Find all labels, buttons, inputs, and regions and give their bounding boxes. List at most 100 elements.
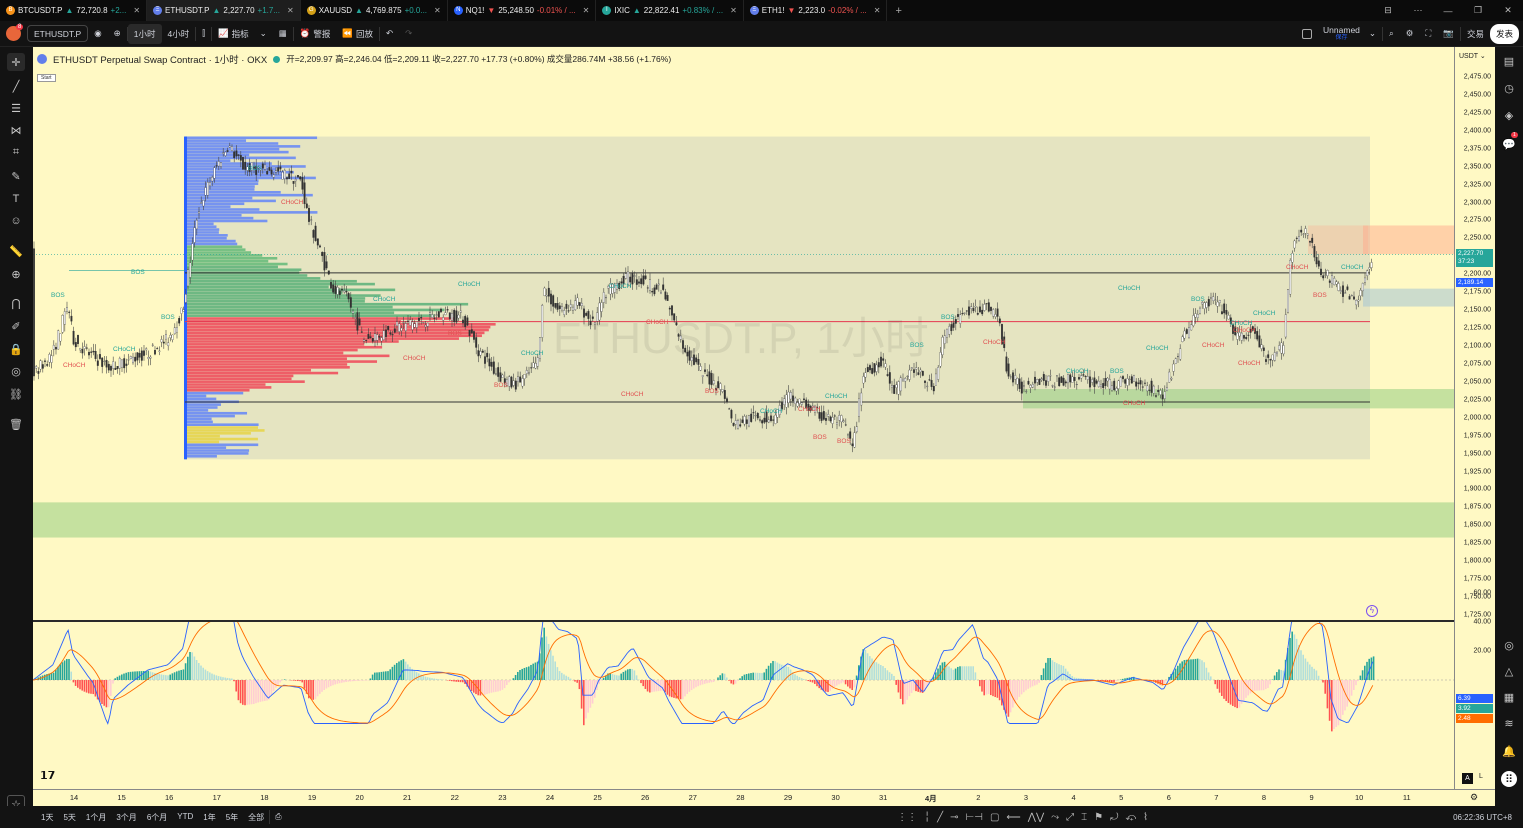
close-icon[interactable]: ✕	[434, 6, 441, 15]
range-button-6[interactable]: 1年	[198, 812, 220, 823]
drawing-tool-icon[interactable]: ⤾	[1110, 812, 1118, 823]
chat-icon[interactable]: 💬 1	[1501, 132, 1518, 152]
close-icon[interactable]: ✕	[133, 6, 140, 15]
indicators-button[interactable]: 📈 指标 ⌄	[212, 24, 273, 44]
calendar-icon[interactable]: ▦	[1501, 689, 1517, 705]
drawing-tool-icon[interactable]: ╎	[924, 812, 930, 823]
replay-button[interactable]: ⏪ 回放	[336, 24, 379, 44]
pencil-lock-icon[interactable]: ✐	[7, 317, 25, 335]
macd-chart[interactable]	[33, 622, 1454, 789]
drawing-tool-icon[interactable]: ⊢⊣	[966, 812, 983, 823]
range-button-7[interactable]: 5年	[221, 812, 243, 823]
drawing-tool-icon[interactable]: ⋀⋁	[1028, 812, 1044, 823]
camera-icon[interactable]: 📷	[1437, 24, 1460, 44]
eye-icon[interactable]: ◉	[88, 24, 107, 44]
trash-icon[interactable]: 🗑	[7, 415, 25, 433]
drawing-tool-icon[interactable]: ⚑	[1094, 812, 1103, 823]
more-icon[interactable]: ⋯	[1403, 5, 1433, 16]
price-axis[interactable]: USDT ⌄ 2,475.00 2,450.00 2,425.00 2,400.00 2…	[1454, 47, 1495, 789]
lock-icon[interactable]: 🔒	[7, 340, 25, 358]
link-icon[interactable]: ⛓	[7, 385, 25, 403]
undo-icon[interactable]: ↶	[380, 24, 399, 44]
tab-eth1[interactable]: Ξ ETH1! ▼ 2,223.0 -0.02% / ... ✕	[744, 0, 888, 21]
goto-date-icon[interactable]: ⎙	[270, 812, 286, 822]
drawing-tool-icon[interactable]: ⌇	[1143, 812, 1148, 823]
eye-icon[interactable]: ◎	[7, 362, 25, 380]
close-icon[interactable]: ✕	[730, 6, 737, 15]
clock-readout[interactable]: 06:22:36 UTC+8	[1448, 813, 1517, 822]
drawing-tool-icon[interactable]: ⌶	[1081, 812, 1087, 823]
trade-button[interactable]: 交易	[1461, 24, 1490, 44]
range-button-5[interactable]: YTD	[172, 812, 198, 823]
range-button-2[interactable]: 1个月	[81, 812, 111, 823]
tab-btcusdtp[interactable]: B BTCUSDT.P ▲ 72,720.8 +2... ✕	[0, 0, 148, 21]
drawing-tool-icon[interactable]: ⤽	[1125, 812, 1136, 823]
brush-icon[interactable]: ✎	[7, 167, 25, 185]
interval-1h-button[interactable]: 1小时	[127, 23, 162, 44]
main-chart-pane[interactable]: ETHUSDT.P, 1小时 ETHUSDT Perpetual Swap Co…	[33, 47, 1454, 620]
redo-icon[interactable]: ↷	[399, 24, 418, 44]
currency-selector[interactable]: USDT ⌄	[1459, 52, 1486, 60]
drawing-tool-icon[interactable]: ▢	[990, 812, 999, 823]
new-tab-plus-icon[interactable]: +	[887, 5, 909, 17]
magnet-icon[interactable]: ⋂	[7, 294, 25, 312]
drawing-tool-icon[interactable]: ⟵	[1006, 812, 1020, 823]
pitchfork-icon[interactable]: ⋈	[7, 121, 25, 139]
fullscreen-icon[interactable]: ⛶	[1419, 24, 1437, 44]
symbol-search-button[interactable]: ETHUSDT.P	[27, 25, 89, 42]
range-button-1[interactable]: 5天	[58, 812, 80, 823]
drawing-tool-icon[interactable]: ⋮⋮	[897, 812, 917, 823]
timezone-settings-icon[interactable]: ⚙	[1470, 792, 1478, 803]
drawing-tool-icon[interactable]: ⊸	[950, 812, 958, 823]
close-icon[interactable]: ✕	[874, 6, 881, 15]
range-button-0[interactable]: 1天	[36, 812, 58, 823]
user-avatar[interactable]: 8	[0, 23, 27, 44]
lightning-icon[interactable]: ϟ	[1366, 605, 1378, 617]
layouts-grid-icon[interactable]: ▦	[273, 24, 293, 44]
trend-line-icon[interactable]: ╱	[7, 77, 25, 95]
log-scale-toggle[interactable]: A	[1462, 773, 1473, 784]
scale-l-toggle[interactable]: L	[1479, 773, 1483, 780]
text-icon[interactable]: T	[7, 190, 25, 208]
notifications-bell-icon[interactable]: 🔔	[1501, 743, 1517, 759]
settings-gear-icon[interactable]: ⚙	[1400, 24, 1420, 44]
range-button-8[interactable]: 全部	[243, 812, 269, 823]
search-icon[interactable]: ⌕	[1383, 24, 1400, 44]
range-button-3[interactable]: 3个月	[111, 812, 141, 823]
tab-ethusdtp[interactable]: Ξ ETHUSDT.P ▲ 2,227.70 +1.7... ✕	[147, 0, 301, 21]
tab-ixic[interactable]: I IXIC ▲ 22,822.41 +0.83% / ... ✕	[596, 0, 744, 21]
minimize-icon[interactable]: —	[1433, 6, 1463, 16]
drawing-tool-icon[interactable]: ⤳	[1051, 812, 1059, 823]
emoji-icon[interactable]: ☺	[7, 212, 25, 230]
compare-add-icon[interactable]: ⊕	[108, 24, 127, 44]
horizontal-lines-icon[interactable]: ☰	[7, 99, 25, 117]
macd-pane[interactable]: 𝟭𝟳	[33, 622, 1454, 789]
close-icon[interactable]: ✕	[287, 6, 294, 15]
publish-button[interactable]: 发表	[1489, 23, 1519, 44]
drawing-tool-icon[interactable]: ╱	[937, 812, 943, 823]
window-close-icon[interactable]: ✕	[1493, 5, 1523, 16]
crosshair-icon[interactable]: ✛	[7, 53, 25, 71]
layout-name-button[interactable]: Unnamed 保存 ⌄	[1296, 24, 1382, 44]
restore-icon[interactable]: ❐	[1463, 5, 1493, 16]
alert-button[interactable]: ⏰ 警报	[294, 24, 337, 44]
zoom-in-icon[interactable]: ⊕	[7, 265, 25, 283]
target-icon[interactable]: ◎	[1501, 637, 1517, 653]
tab-nq1[interactable]: N NQ1! ▼ 25,248.50 -0.01% / ... ✕	[448, 0, 597, 21]
layers-icon[interactable]: ◈	[1501, 107, 1517, 123]
chart-type-icon[interactable]: ⫿	[196, 24, 211, 44]
layout-toggle-icon[interactable]: ⊟	[1373, 5, 1403, 16]
tab-xauusd[interactable]: G XAUUSD ▲ 4,769.875 +0.0... ✕	[301, 0, 448, 21]
apps-grid-icon[interactable]: ⠿	[1501, 771, 1517, 787]
ideas-icon[interactable]: △	[1501, 663, 1517, 679]
alerts-clock-icon[interactable]: ◷	[1501, 80, 1517, 96]
range-button-4[interactable]: 6个月	[142, 812, 172, 823]
interval-4h-button[interactable]: 4小时	[162, 24, 196, 44]
fib-icon[interactable]: ⌗	[7, 143, 25, 161]
news-icon[interactable]: ≋	[1501, 715, 1517, 731]
drawing-tool-icon[interactable]: ⤢	[1066, 812, 1074, 823]
watchlist-icon[interactable]: ▤	[1501, 53, 1517, 69]
ruler-icon[interactable]: 📏	[7, 242, 25, 260]
close-icon[interactable]: ✕	[583, 6, 590, 15]
time-axis[interactable]: 14 15 16 17 18 19 20 21 22 23 24 25 26 27 28 29 30 31 4月 2 3…	[33, 789, 1495, 806]
